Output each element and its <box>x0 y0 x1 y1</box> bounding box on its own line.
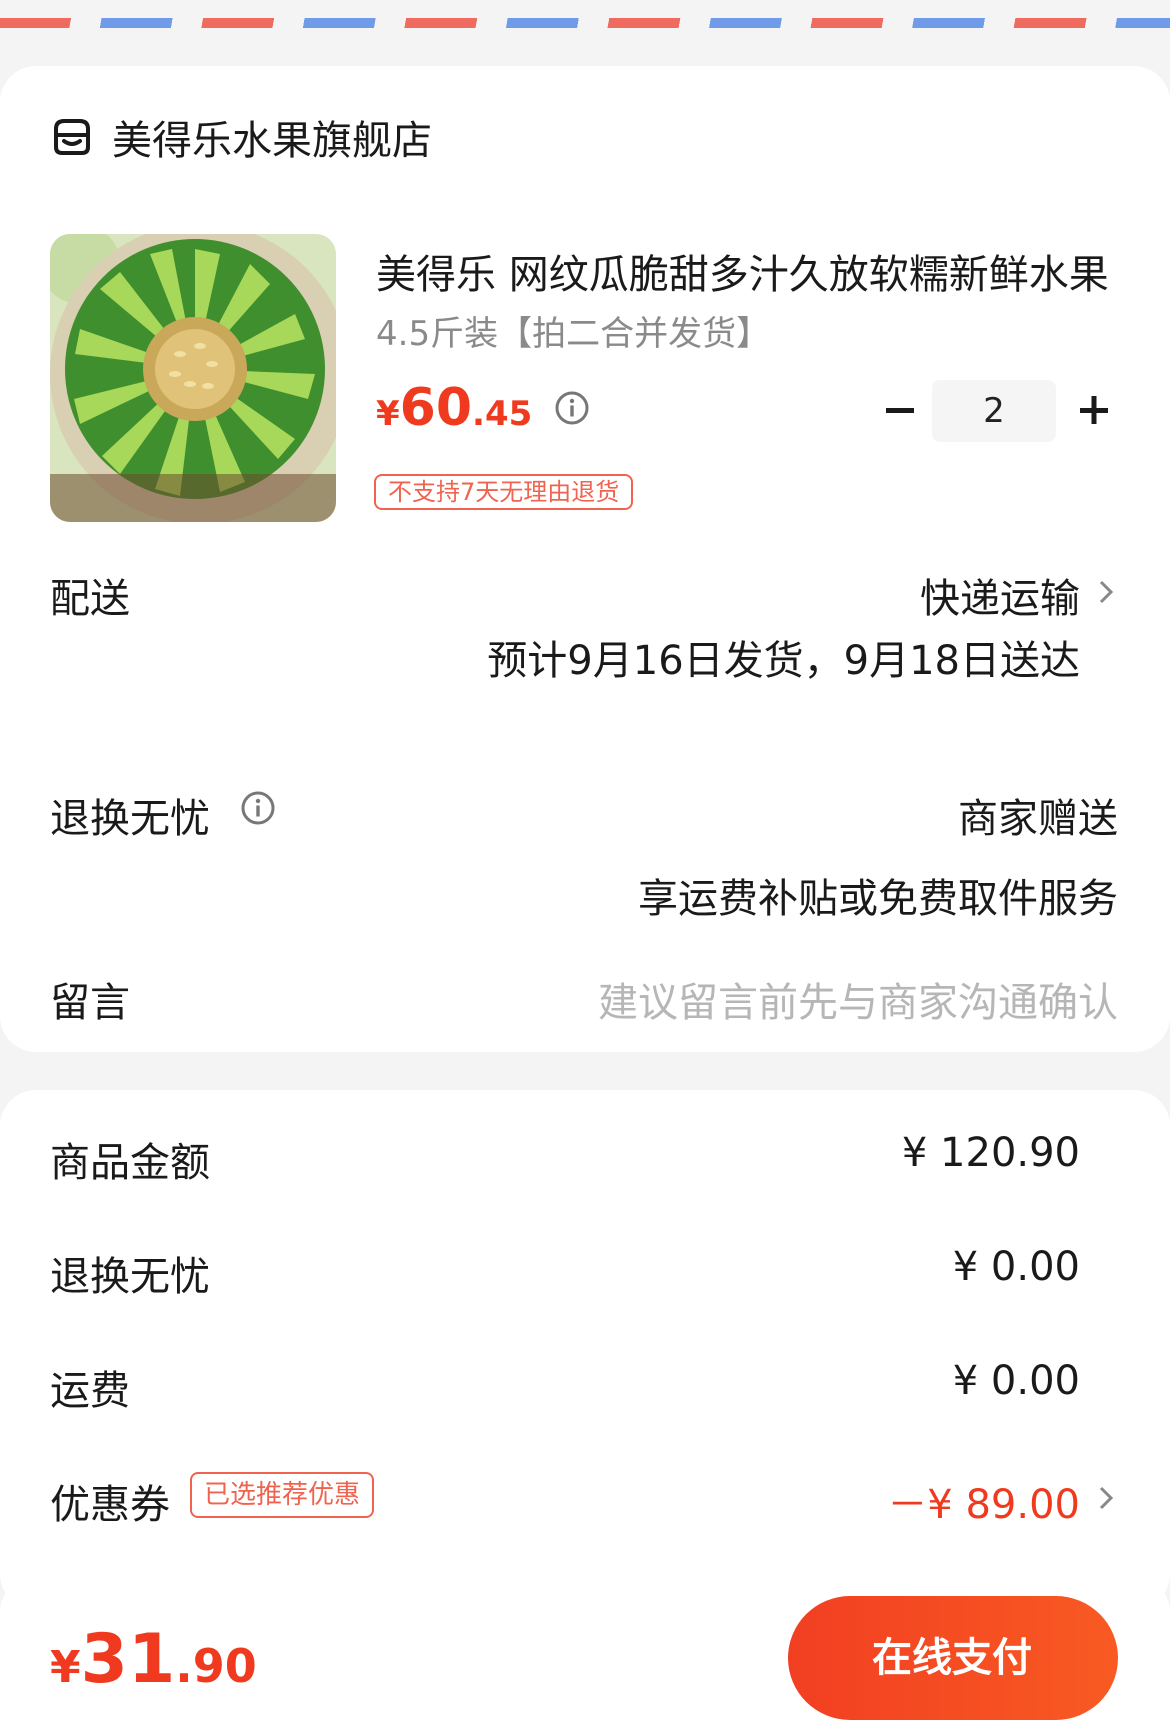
quantity-input[interactable]: 2 <box>932 380 1056 442</box>
refund-care-label: 退换无忧 <box>50 796 210 842</box>
goods-amount-value: ¥ 120.90 <box>901 1130 1080 1176</box>
shipping-fee-value: ¥ 0.00 <box>952 1358 1080 1404</box>
message-label: 留言 <box>50 980 130 1026</box>
cantaloupe-melon-photo <box>50 234 336 522</box>
total-decimal: .90 <box>175 1639 257 1693</box>
delivery-label: 配送 <box>50 576 130 622</box>
coupon-chevron-right-icon[interactable] <box>1096 1480 1118 1516</box>
pay-online-button[interactable]: 在线支付 <box>788 1596 1118 1720</box>
coupon-label: 优惠券 <box>50 1482 170 1528</box>
goods-amount-label: 商品金额 <box>50 1140 210 1186</box>
airmail-border-stripe <box>0 18 1170 28</box>
coupon-discount-value[interactable]: －¥ 89.00 <box>887 1472 1080 1530</box>
refund-care-fee-label: 退换无忧 <box>50 1254 210 1300</box>
delivery-method[interactable]: 快递运输 <box>920 566 1080 624</box>
increase-quantity-button[interactable] <box>1072 388 1116 432</box>
delivery-chevron-right-icon[interactable] <box>1096 574 1118 610</box>
refund-care-info-icon[interactable] <box>240 790 276 826</box>
price-integer: 60 <box>399 378 473 438</box>
refund-care-fee-value: ¥ 0.00 <box>952 1244 1080 1290</box>
delivery-estimate: 预计9月16日发货，9月18日送达 <box>487 638 1080 684</box>
shipping-fee-label: 运费 <box>50 1368 130 1414</box>
price-decimal: .45 <box>472 394 533 434</box>
product-title[interactable]: 美得乐 网纹瓜脆甜多汁久放软糯新鲜水果 <box>376 242 1116 300</box>
shop-header[interactable]: 美得乐水果旗舰店 <box>50 108 432 166</box>
coupon-recommended-tag: 已选推荐优惠 <box>190 1472 375 1518</box>
total-price: ¥ 31 .90 <box>50 1620 257 1699</box>
refund-care-note: 享运费补贴或免费取件服务 <box>638 876 1118 922</box>
product-image[interactable] <box>50 234 336 522</box>
price-symbol: ¥ <box>376 394 400 434</box>
message-input[interactable]: 建议留言前先与商家沟通确认 <box>598 970 1118 1028</box>
shop-icon <box>54 119 90 155</box>
no-return-tag: 不支持7天无理由退货 <box>374 474 634 510</box>
decrease-quantity-button[interactable] <box>884 388 916 432</box>
price-info-icon[interactable] <box>554 390 590 426</box>
total-integer: 31 <box>80 1620 176 1699</box>
shop-name: 美得乐水果旗舰店 <box>112 118 432 164</box>
refund-care-value: 商家赠送 <box>958 796 1118 842</box>
product-spec[interactable]: 4.5斤装【拍二合并发货】 <box>376 306 770 355</box>
product-price: ¥ 60 .45 <box>376 378 590 438</box>
total-symbol: ¥ <box>50 1642 81 1693</box>
